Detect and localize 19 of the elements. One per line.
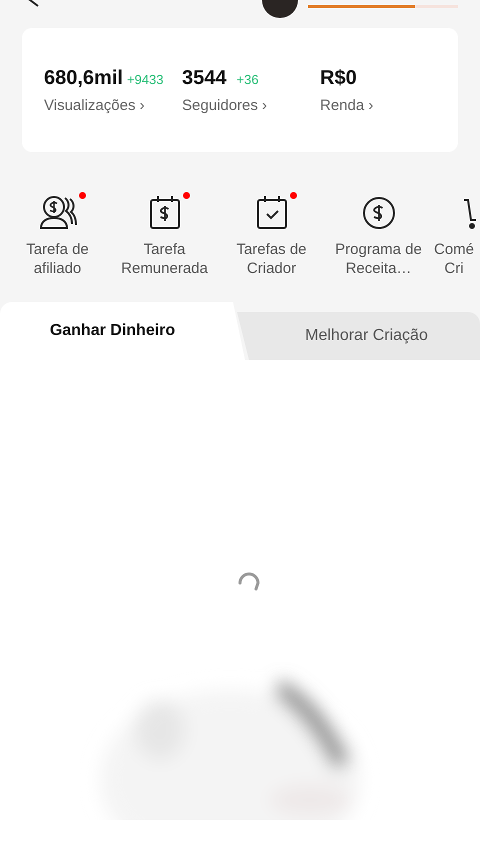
dollar-coin-icon[interactable] <box>362 196 396 230</box>
calendar-dollar-icon[interactable] <box>148 194 180 230</box>
stat-link[interactable]: Visualizações › <box>44 96 182 114</box>
stat-link[interactable]: Renda › <box>320 96 458 114</box>
calendar-check-icon[interactable] <box>256 194 288 230</box>
stat-change: +36 <box>236 72 259 86</box>
stat-change: +9433 <box>126 72 164 86</box>
people-coin-icon[interactable] <box>38 194 76 230</box>
task-label[interactable]: Tarefa Remunerada <box>114 240 214 278</box>
tab[interactable]: Ganhar Dinheiro <box>0 302 245 360</box>
task-label[interactable]: Tarefas de Criador <box>222 240 322 278</box>
stat-value: R$0 <box>320 66 357 90</box>
stat-value: 3544 <box>182 66 226 90</box>
task-label[interactable]: Comé Cri <box>434 240 474 278</box>
task-label[interactable]: Programa de Receita… <box>328 240 428 278</box>
stat-value: 680,6mil <box>44 66 123 90</box>
task-label[interactable]: Tarefa de afiliado <box>8 240 108 278</box>
tab[interactable]: Melhorar Criação <box>237 312 480 360</box>
stat-link[interactable]: Seguidores › <box>182 96 320 114</box>
